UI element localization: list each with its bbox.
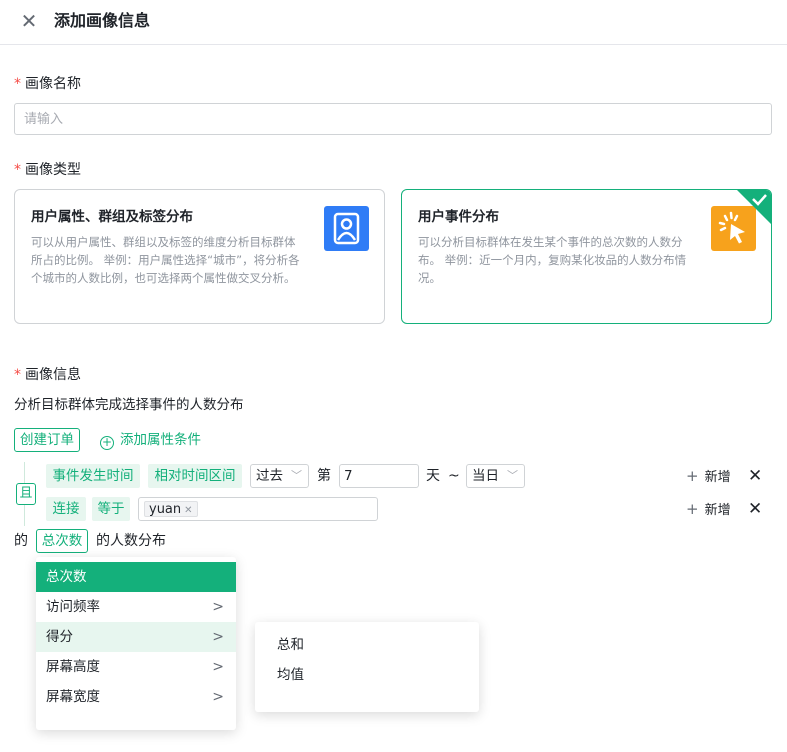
plus-icon: + [686,467,699,485]
required-mark: * [14,76,21,92]
add-row-button[interactable]: + 新增 [686,466,731,488]
add-condition-button[interactable]: + 添加属性条件 [100,429,201,451]
chevron-right-icon: > [212,689,224,705]
required-mark: * [14,162,21,178]
menu-item-screen-width[interactable]: 屏幕宽度 > [36,682,236,712]
name-input-placeholder: 请输入 [24,112,64,127]
prefix-text: 第 [317,468,331,484]
logic-toggle[interactable]: 且 [16,483,36,505]
type-card-event[interactable]: 用户事件分布 可以分析目标群体在发生某个事件的总次数的人数分布。 举例：近一个月… [401,189,772,324]
chevron-down-icon: ﹀ [507,469,518,482]
add-condition-label: 添加属性条件 [120,432,201,448]
menu-item-label: 屏幕宽度 [46,689,100,705]
info-label: 画像信息 [25,367,81,383]
add-row-button[interactable]: + 新增 [686,499,731,521]
result-prefix: 的 [14,533,28,549]
range-select[interactable]: 过去 ﹀ [250,464,309,488]
metric-select[interactable]: 总次数 [36,529,88,553]
plus-icon: + [686,500,699,518]
selected-check-icon [737,190,771,224]
close-icon[interactable]: ✕ [18,8,40,34]
tilde-text: ~ [448,468,460,484]
dialog-header: ✕ 添加画像信息 [0,0,787,45]
name-label-row: * 画像名称 [14,74,81,94]
value-chip: yuan ✕ [144,501,198,517]
chip-close-icon[interactable]: ✕ [184,505,192,516]
end-select[interactable]: 当日 ﹀ [466,464,525,488]
days-input[interactable]: 7 [339,464,419,488]
name-label: 画像名称 [25,76,81,92]
required-mark: * [14,367,21,383]
type-card-attribute[interactable]: 用户属性、群组及标签分布 可以从用户属性、群组以及标签的维度分析目标群体所占的比… [14,189,385,324]
card-desc: 可以从用户属性、群组以及标签的维度分析目标群体所占的比例。 举例：用户属性选择“… [31,235,300,285]
type-label-row: * 画像类型 [14,160,81,180]
chevron-right-icon: > [212,659,224,675]
card-title: 用户事件分布 [418,209,499,225]
value-multi-input[interactable]: yuan ✕ [138,497,378,521]
plus-circle-icon: + [100,435,114,450]
card-desc: 可以分析目标群体在发生某个事件的总次数的人数分布。 举例：近一个月内，复购某化妆… [418,235,687,285]
info-subtitle: 分析目标群体完成选择事件的人数分布 [14,397,244,413]
submenu-item-sum[interactable]: 总和 [277,630,304,660]
result-suffix: 的人数分布 [96,533,166,549]
condition-operator[interactable]: 等于 [92,497,130,521]
end-select-value: 当日 [472,468,499,484]
condition-field[interactable]: 事件发生时间 [46,464,140,488]
user-badge-icon [324,206,369,251]
info-label-row: * 画像信息 [14,365,81,385]
unit-text: 天 [426,468,440,484]
chevron-down-icon: ﹀ [291,469,302,482]
menu-item-visit-frequency[interactable]: 访问频率 > [36,592,236,622]
add-row-label: 新增 [704,470,731,485]
add-row-label: 新增 [704,503,731,518]
chip-label: yuan [149,502,182,517]
remove-row-icon[interactable]: ✕ [748,464,762,488]
remove-row-icon[interactable]: ✕ [748,497,762,521]
menu-item-total-count[interactable]: 总次数 [36,562,236,592]
menu-item-screen-height[interactable]: 屏幕高度 > [36,652,236,682]
range-select-value: 过去 [256,468,283,484]
condition-operator[interactable]: 相对时间区间 [148,464,242,488]
submenu-item-avg[interactable]: 均值 [277,660,304,690]
dialog-title: 添加画像信息 [54,11,151,30]
menu-item-label: 屏幕高度 [46,659,100,675]
condition-field[interactable]: 连接 [46,497,86,521]
name-input[interactable]: 请输入 [14,103,772,135]
chevron-right-icon: > [212,629,224,645]
menu-item-label: 总次数 [46,569,87,585]
type-label: 画像类型 [25,162,81,178]
menu-item-score[interactable]: 得分 > [36,622,236,652]
event-tag[interactable]: 创建订单 [14,428,80,452]
chevron-right-icon: > [212,599,224,615]
menu-item-label: 得分 [46,629,73,645]
menu-item-label: 访问频率 [46,599,100,615]
card-title: 用户属性、群组及标签分布 [31,209,193,225]
metric-dropdown: 总次数 访问频率 > 得分 > 屏幕高度 > 屏幕宽度 > [36,557,236,730]
score-submenu: 总和 均值 [255,622,479,712]
